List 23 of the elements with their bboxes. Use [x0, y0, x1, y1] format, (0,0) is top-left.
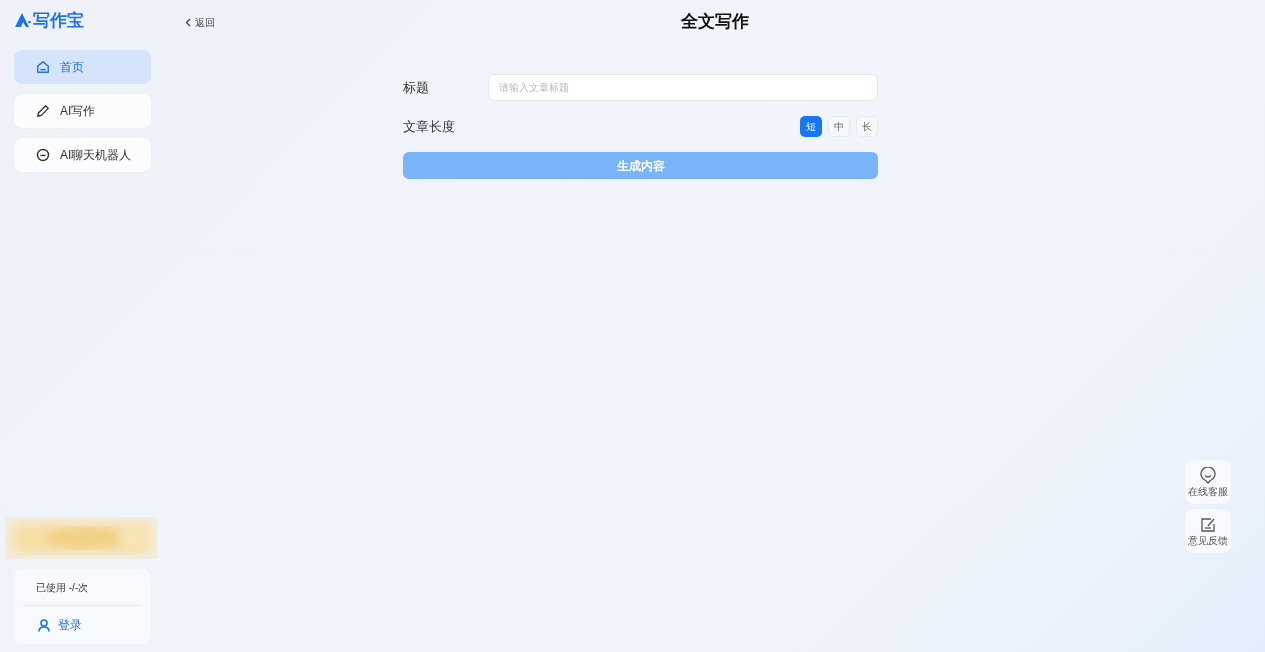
chevron-left-icon	[185, 17, 191, 27]
length-option[interactable]: 短	[800, 116, 822, 137]
logo-text: 写作宝	[33, 11, 84, 29]
sidebar-item[interactable]: AI聊天机器人	[14, 138, 151, 172]
sidebar-item[interactable]: 首页	[14, 50, 151, 84]
sidebar-item[interactable]: AI写作	[14, 94, 151, 128]
pencil-icon	[36, 104, 50, 118]
usage-count: 已使用 -/-次	[35, 580, 90, 595]
logo-icon	[15, 13, 31, 27]
length-option[interactable]: 长	[856, 116, 878, 137]
home-icon	[36, 60, 50, 74]
user-icon	[38, 618, 50, 632]
float-button[interactable]: 意见反馈	[1185, 509, 1231, 553]
back-link[interactable]: 返回	[185, 14, 215, 30]
smile-icon	[1199, 467, 1217, 485]
length-label: 文章长度	[403, 117, 456, 136]
title-input[interactable]: 请输入文章标题	[488, 74, 878, 101]
page-title: 全文写作	[681, 11, 749, 34]
length-option[interactable]: 中	[828, 116, 850, 137]
login-button[interactable]: 登录	[23, 606, 142, 644]
title-label: 标题	[403, 78, 430, 97]
edit-note-icon	[1199, 516, 1217, 534]
float-button[interactable]: 在线客服	[1185, 460, 1231, 504]
